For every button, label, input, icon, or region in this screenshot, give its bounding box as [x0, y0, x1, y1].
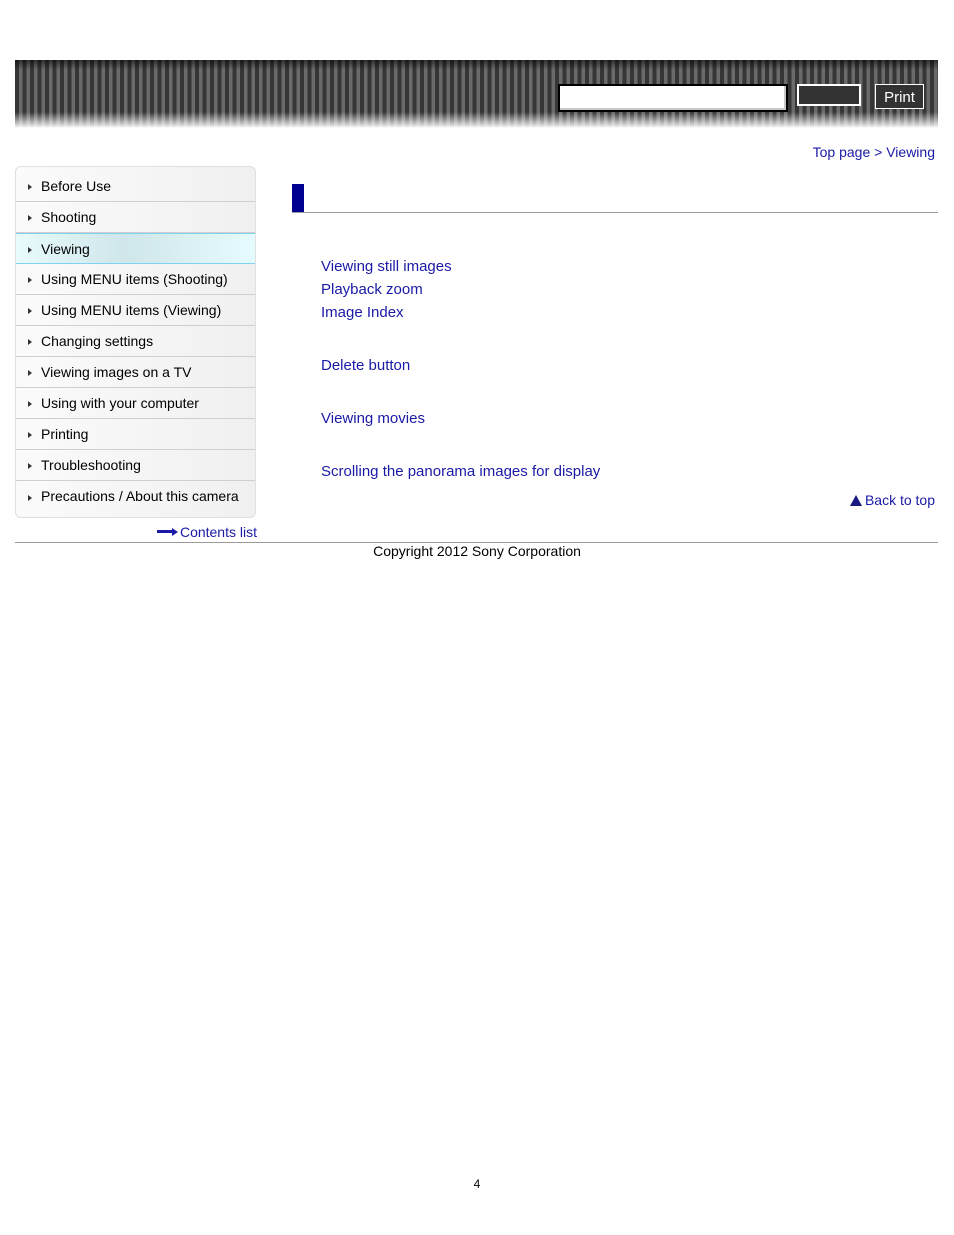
- sidebar-item-menu-shooting[interactable]: Using MENU items (Shooting): [16, 264, 255, 295]
- back-to-top-label: Back to top: [864, 492, 935, 508]
- sidebar-item-label: Using MENU items (Viewing): [41, 302, 222, 318]
- print-button[interactable]: Print: [875, 84, 924, 109]
- sidebar-item-using-with-computer[interactable]: Using with your computer: [16, 388, 255, 419]
- triangle-right-icon: [28, 494, 32, 501]
- sidebar-item-label: Printing: [41, 426, 89, 442]
- breadcrumb-separator: >: [870, 144, 887, 160]
- triangle-right-icon: [28, 246, 32, 253]
- sidebar-item-label: Changing settings: [41, 333, 154, 349]
- page-title-marker: [292, 184, 304, 212]
- page-number: 4: [473, 1177, 481, 1191]
- sidebar-item-viewing-on-tv[interactable]: Viewing images on a TV: [16, 357, 255, 388]
- title-divider: [292, 212, 938, 213]
- sidebar-item-changing-settings[interactable]: Changing settings: [16, 326, 255, 357]
- sidebar-item-menu-viewing[interactable]: Using MENU items (Viewing): [16, 295, 255, 326]
- sidebar-item-label: Shooting: [41, 209, 97, 225]
- sidebar-item-label: Using with your computer: [41, 395, 199, 411]
- triangle-up-icon: [849, 494, 862, 506]
- sidebar-item-viewing[interactable]: Viewing: [16, 233, 255, 264]
- search-button[interactable]: [797, 84, 861, 106]
- sidebar-nav: Before Use Shooting Viewing Using MENU i…: [15, 166, 256, 518]
- link-scrolling-panorama[interactable]: Scrolling the panorama images for displa…: [321, 463, 600, 480]
- contents-list-link[interactable]: Contents list: [156, 524, 257, 540]
- sidebar-item-label: Viewing images on a TV: [41, 364, 192, 380]
- breadcrumb: Top page > Viewing: [813, 144, 935, 160]
- link-delete-button[interactable]: Delete button: [321, 357, 410, 374]
- triangle-right-icon: [28, 184, 32, 190]
- sidebar-item-label: Viewing: [41, 241, 90, 257]
- arrow-right-icon: [156, 528, 179, 536]
- search-input[interactable]: [558, 84, 788, 112]
- contents-list-label: Contents list: [179, 524, 257, 540]
- sidebar-item-label: Troubleshooting: [41, 457, 141, 473]
- sidebar-item-troubleshooting[interactable]: Troubleshooting: [16, 450, 255, 481]
- sidebar-item-before-use[interactable]: Before Use: [16, 167, 255, 202]
- sidebar-item-shooting[interactable]: Shooting: [16, 202, 255, 233]
- triangle-right-icon: [28, 277, 32, 283]
- sidebar-item-precautions[interactable]: Precautions / About this camera: [16, 481, 255, 512]
- copyright-text: Copyright 2012 Sony Corporation: [373, 543, 581, 559]
- link-viewing-movies[interactable]: Viewing movies: [321, 410, 425, 427]
- triangle-right-icon: [28, 215, 32, 221]
- back-to-top-link[interactable]: Back to top: [849, 492, 935, 508]
- breadcrumb-current[interactable]: Viewing: [886, 144, 935, 160]
- triangle-right-icon: [28, 308, 32, 314]
- triangle-right-icon: [28, 463, 32, 469]
- link-image-index[interactable]: Image Index: [321, 304, 404, 321]
- triangle-right-icon: [28, 370, 32, 376]
- triangle-right-icon: [28, 432, 32, 438]
- sidebar-item-label: Precautions / About this camera: [41, 488, 239, 504]
- link-playback-zoom[interactable]: Playback zoom: [321, 281, 423, 298]
- triangle-right-icon: [28, 339, 32, 345]
- sidebar-item-printing[interactable]: Printing: [16, 419, 255, 450]
- triangle-right-icon: [28, 401, 32, 407]
- sidebar-item-label: Using MENU items (Shooting): [41, 271, 228, 287]
- breadcrumb-top-page[interactable]: Top page: [813, 144, 871, 160]
- link-viewing-still-images[interactable]: Viewing still images: [321, 258, 452, 275]
- sidebar-item-label: Before Use: [41, 178, 112, 194]
